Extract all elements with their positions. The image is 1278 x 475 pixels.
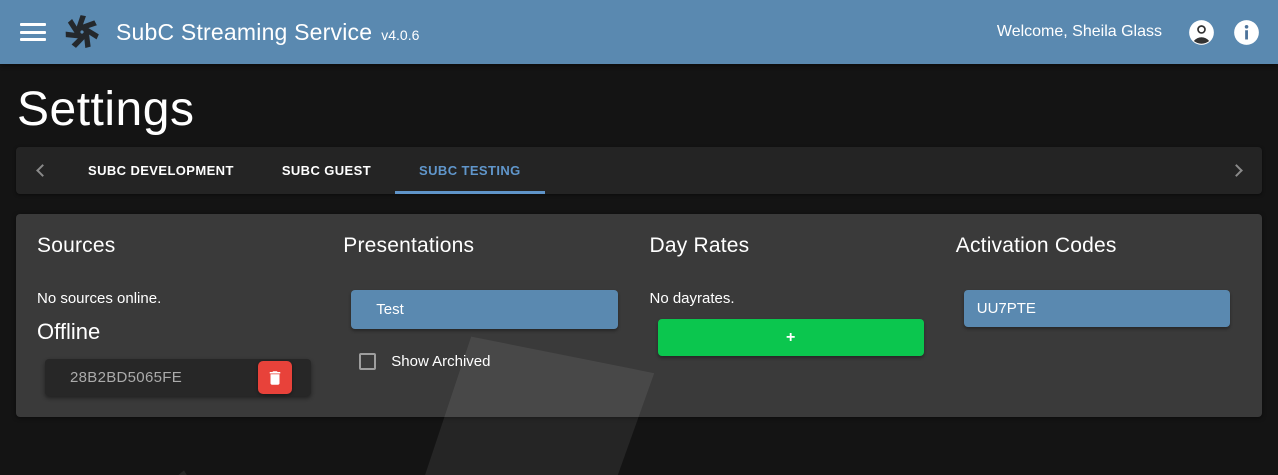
sources-section: Sources No sources online. Offline 28B2B… bbox=[37, 234, 343, 396]
accounts-tab-bar: SUBC DEVELOPMENT SUBC GUEST SUBC TESTING bbox=[16, 147, 1262, 194]
show-archived-checkbox[interactable] bbox=[359, 353, 376, 370]
page-title: Settings bbox=[17, 82, 1278, 137]
app-logo-icon bbox=[64, 14, 100, 50]
source-id: 28B2BD5065FE bbox=[70, 369, 182, 386]
activation-codes-section: Activation Codes UU7PTE bbox=[956, 234, 1262, 396]
day-rates-heading: Day Rates bbox=[650, 234, 956, 258]
tab-subc-testing[interactable]: SUBC TESTING bbox=[395, 147, 545, 194]
add-day-rate-button[interactable]: + bbox=[658, 319, 924, 356]
offline-heading: Offline bbox=[37, 319, 343, 345]
day-rates-empty-text: No dayrates. bbox=[650, 290, 956, 307]
chevron-left-icon bbox=[36, 164, 49, 177]
chevron-right-icon bbox=[1230, 164, 1243, 177]
presentations-heading: Presentations bbox=[343, 234, 649, 258]
settings-panel: Sources No sources online. Offline 28B2B… bbox=[16, 214, 1262, 417]
offline-source-row[interactable]: 28B2BD5065FE bbox=[45, 359, 311, 396]
activation-codes-heading: Activation Codes bbox=[956, 234, 1262, 258]
show-archived-label: Show Archived bbox=[391, 353, 490, 370]
activation-code-item[interactable]: UU7PTE bbox=[964, 290, 1230, 327]
app-title: SubC Streaming Service bbox=[116, 19, 372, 46]
info-icon[interactable] bbox=[1233, 19, 1260, 46]
tabs-scroll-left-button[interactable] bbox=[16, 147, 64, 194]
presentation-item-test[interactable]: Test bbox=[351, 290, 617, 329]
tab-subc-development[interactable]: SUBC DEVELOPMENT bbox=[64, 147, 258, 194]
show-archived-row[interactable]: Show Archived bbox=[359, 353, 649, 370]
delete-source-button[interactable] bbox=[258, 361, 292, 394]
welcome-text: Welcome, Sheila Glass bbox=[997, 23, 1162, 41]
trash-icon bbox=[266, 369, 284, 387]
app-header: SubC Streaming Service v4.0.6 Welcome, S… bbox=[0, 0, 1278, 64]
day-rates-section: Day Rates No dayrates. + bbox=[650, 234, 956, 396]
sources-empty-text: No sources online. bbox=[37, 290, 343, 307]
menu-icon[interactable] bbox=[20, 23, 46, 41]
sources-heading: Sources bbox=[37, 234, 343, 258]
tab-subc-guest[interactable]: SUBC GUEST bbox=[258, 147, 395, 194]
tabs-scroll-right-button[interactable] bbox=[1214, 147, 1262, 194]
presentations-section: Presentations Test Show Archived bbox=[343, 234, 649, 396]
app-version: v4.0.6 bbox=[381, 27, 419, 43]
account-icon[interactable] bbox=[1188, 19, 1215, 46]
